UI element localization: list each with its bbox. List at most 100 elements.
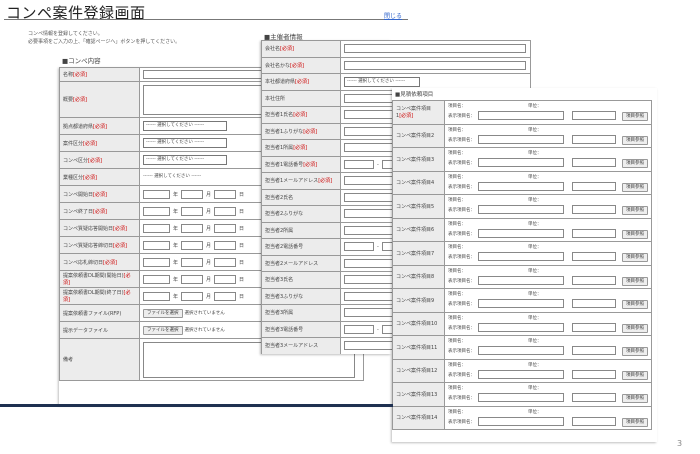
- year-input[interactable]: [143, 206, 170, 216]
- month-input[interactable]: [181, 291, 204, 301]
- item-reference-button[interactable]: 項目参照: [622, 112, 648, 122]
- day-input[interactable]: [214, 223, 237, 233]
- item-reference-button[interactable]: 項目参照: [622, 347, 648, 357]
- unit-input[interactable]: [572, 346, 616, 356]
- year-input[interactable]: [143, 257, 170, 267]
- unit-label: 単位：: [528, 315, 542, 321]
- estimate-item-label-cell: コンペ案件項目5: [392, 194, 445, 219]
- title-divider: [4, 19, 408, 20]
- month-label: 月: [206, 259, 212, 266]
- unit-input[interactable]: [572, 252, 616, 262]
- item-reference-button[interactable]: 項目参照: [622, 253, 648, 263]
- display-item-name-input[interactable]: [478, 275, 564, 285]
- competition-select[interactable]: ------ 選択してください ------: [143, 138, 227, 148]
- unit-input[interactable]: [572, 181, 616, 191]
- day-input[interactable]: [214, 206, 237, 216]
- choose-file-button[interactable]: ファイルを選択: [143, 325, 183, 335]
- item-reference-button[interactable]: 項目参照: [622, 135, 648, 145]
- display-item-name-input[interactable]: [478, 416, 564, 426]
- unit-input[interactable]: [572, 228, 616, 238]
- phone-input[interactable]: [344, 324, 374, 334]
- unit-input[interactable]: [572, 299, 616, 309]
- organizer-field-label-cell: 担当者3氏名: [261, 271, 341, 289]
- item-reference-button[interactable]: 項目参照: [622, 370, 648, 380]
- month-input[interactable]: [181, 206, 204, 216]
- phone-input[interactable]: [344, 159, 374, 169]
- organizer-text-input[interactable]: [344, 60, 526, 70]
- display-item-name-input[interactable]: [478, 369, 564, 379]
- display-item-name-input[interactable]: [478, 393, 564, 403]
- organizer-field-label-cell: 担当者3メールアドレス: [261, 337, 341, 354]
- day-input[interactable]: [214, 240, 237, 250]
- year-input[interactable]: [143, 274, 170, 284]
- item-reference-button[interactable]: 項目参照: [622, 182, 648, 192]
- page-number: 3: [677, 439, 683, 448]
- item-reference-button[interactable]: 項目参照: [622, 417, 648, 427]
- year-input[interactable]: [143, 291, 170, 301]
- unit-input[interactable]: [572, 275, 616, 285]
- display-item-name-input[interactable]: [478, 205, 564, 215]
- estimate-item-label: コンペ案件項目5: [396, 203, 435, 210]
- estimate-item-label-cell: コンペ案件項目9: [392, 288, 445, 313]
- display-item-name-input[interactable]: [478, 181, 564, 191]
- unit-input[interactable]: [572, 205, 616, 215]
- year-input[interactable]: [143, 223, 170, 233]
- day-input[interactable]: [214, 274, 237, 284]
- item-reference-button[interactable]: 項目参照: [622, 394, 648, 404]
- year-input[interactable]: [143, 240, 170, 250]
- unit-label: 単位：: [528, 104, 542, 110]
- unit-input[interactable]: [572, 416, 616, 426]
- unit-label: 単位：: [528, 245, 542, 251]
- day-input[interactable]: [214, 257, 237, 267]
- display-item-name-input[interactable]: [478, 228, 564, 238]
- competition-select[interactable]: ------ 選択してください ------: [143, 155, 227, 165]
- choose-file-button[interactable]: ファイルを選択: [143, 308, 183, 318]
- competition-field-label: 名称: [63, 72, 74, 78]
- month-input[interactable]: [181, 189, 204, 199]
- competition-field-label-cell: 提示データファイル: [59, 321, 140, 339]
- estimate-item-value: 項目名： 単位： 表示項目名： 項目参照: [444, 100, 652, 125]
- display-item-name-input[interactable]: [478, 111, 564, 121]
- month-input[interactable]: [181, 274, 204, 284]
- day-input[interactable]: [214, 189, 237, 199]
- unit-input[interactable]: [572, 134, 616, 144]
- unit-input[interactable]: [572, 111, 616, 121]
- unit-input[interactable]: [572, 158, 616, 168]
- display-item-name-input[interactable]: [478, 322, 564, 332]
- organizer-field-label: 担当者1氏名: [265, 112, 294, 119]
- year-input[interactable]: [143, 189, 170, 199]
- estimate-item-label: コンペ案件項目10: [396, 321, 438, 328]
- display-item-name-input[interactable]: [478, 158, 564, 168]
- display-item-name-label: 表示項目名：: [448, 396, 475, 402]
- required-mark: [必須]: [88, 157, 102, 164]
- display-item-name-input[interactable]: [478, 346, 564, 356]
- day-input[interactable]: [214, 291, 237, 301]
- month-input[interactable]: [181, 223, 204, 233]
- organizer-field-label: 会社名かな: [265, 62, 291, 69]
- prefecture-select[interactable]: ------ 選択してください ------: [344, 76, 420, 87]
- item-reference-button[interactable]: 項目参照: [622, 229, 648, 239]
- unit-input[interactable]: [572, 322, 616, 332]
- phone-input[interactable]: [344, 242, 374, 252]
- item-reference-button[interactable]: 項目参照: [622, 300, 648, 310]
- estimate-section-heading: ■見積依頼項目: [395, 92, 434, 98]
- organizer-text-input[interactable]: [344, 44, 526, 54]
- item-reference-button[interactable]: 項目参照: [622, 159, 648, 169]
- item-reference-button[interactable]: 項目参照: [622, 206, 648, 216]
- estimate-item-row: コンペ案件項目13 項目名： 単位： 表示項目名： 項目参照: [392, 382, 652, 407]
- display-item-name-input[interactable]: [478, 299, 564, 309]
- item-reference-button[interactable]: 項目参照: [622, 276, 648, 286]
- close-link[interactable]: 閉じる: [384, 11, 402, 20]
- month-input[interactable]: [181, 240, 204, 250]
- item-reference-button[interactable]: 項目参照: [622, 323, 648, 333]
- month-input[interactable]: [181, 257, 204, 267]
- unit-input[interactable]: [572, 393, 616, 403]
- display-item-name-input[interactable]: [478, 252, 564, 262]
- required-mark: [必須]: [83, 140, 97, 147]
- item-name-label: 項目名：: [448, 268, 466, 274]
- competition-select[interactable]: ------ 選択してください ------: [143, 121, 227, 131]
- display-item-name-input[interactable]: [478, 134, 564, 144]
- unit-label: 単位：: [528, 198, 542, 204]
- unit-input[interactable]: [572, 369, 616, 379]
- item-name-label: 項目名：: [448, 339, 466, 345]
